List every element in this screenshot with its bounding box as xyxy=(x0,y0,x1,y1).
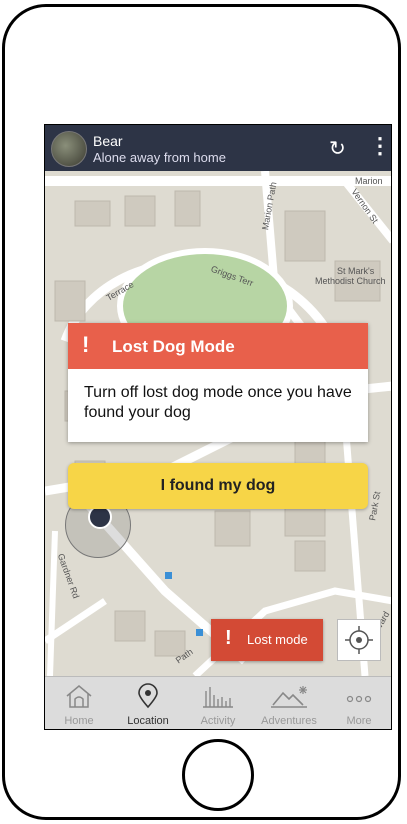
home-icon xyxy=(66,685,92,708)
alert-header: ! Lost Dog Mode xyxy=(68,323,368,369)
recenter-button[interactable] xyxy=(337,619,381,661)
alert-message: Turn off lost dog mode once you have fou… xyxy=(84,384,352,421)
tab-activity[interactable]: Activity xyxy=(183,677,253,729)
tab-adventures[interactable]: Adventures xyxy=(253,677,325,729)
lost-dog-alert: ! Lost Dog Mode Turn off lost dog mode o… xyxy=(68,323,368,442)
mountain-icon xyxy=(271,686,307,708)
map-label: Marion xyxy=(355,176,383,186)
tab-more[interactable]: More xyxy=(325,677,391,729)
more-dots-icon xyxy=(346,695,372,703)
lost-mode-label: Lost mode xyxy=(247,632,308,647)
map-label: St Mark's xyxy=(337,266,375,276)
tab-home[interactable]: Home xyxy=(45,677,113,729)
alert-title: Lost Dog Mode xyxy=(112,337,235,356)
bottom-tab-bar: Home Location Activity Adventures More xyxy=(45,676,391,729)
tab-label: Location xyxy=(127,715,169,727)
app-header: Bear Alone away from home ↻ ⋮ xyxy=(45,125,391,171)
location-pin-icon xyxy=(138,683,158,709)
more-vertical-icon[interactable]: ⋮ xyxy=(369,134,391,158)
map-label: Methodist Church xyxy=(315,276,386,286)
refresh-icon[interactable]: ↻ xyxy=(329,136,346,161)
activity-bars-icon xyxy=(203,687,233,708)
pet-name: Bear xyxy=(93,133,123,149)
lost-mode-icon: ! xyxy=(225,627,232,649)
alert-icon: ! xyxy=(82,332,90,357)
tab-label: Adventures xyxy=(261,715,317,727)
lost-mode-button[interactable]: ! Lost mode xyxy=(211,619,323,661)
avatar[interactable] xyxy=(51,131,87,167)
crosshair-icon xyxy=(345,626,373,654)
tab-label: Activity xyxy=(200,715,236,727)
phone-home-button[interactable] xyxy=(182,739,254,811)
pet-status: Alone away from home xyxy=(93,150,226,165)
found-dog-button[interactable]: I found my dog xyxy=(68,463,368,509)
tab-label: Home xyxy=(64,715,94,727)
tab-location[interactable]: Location xyxy=(113,677,183,729)
app-screen: Bear Alone away from home ↻ ⋮ Marion Ver… xyxy=(44,124,392,730)
tab-label: More xyxy=(346,715,372,727)
